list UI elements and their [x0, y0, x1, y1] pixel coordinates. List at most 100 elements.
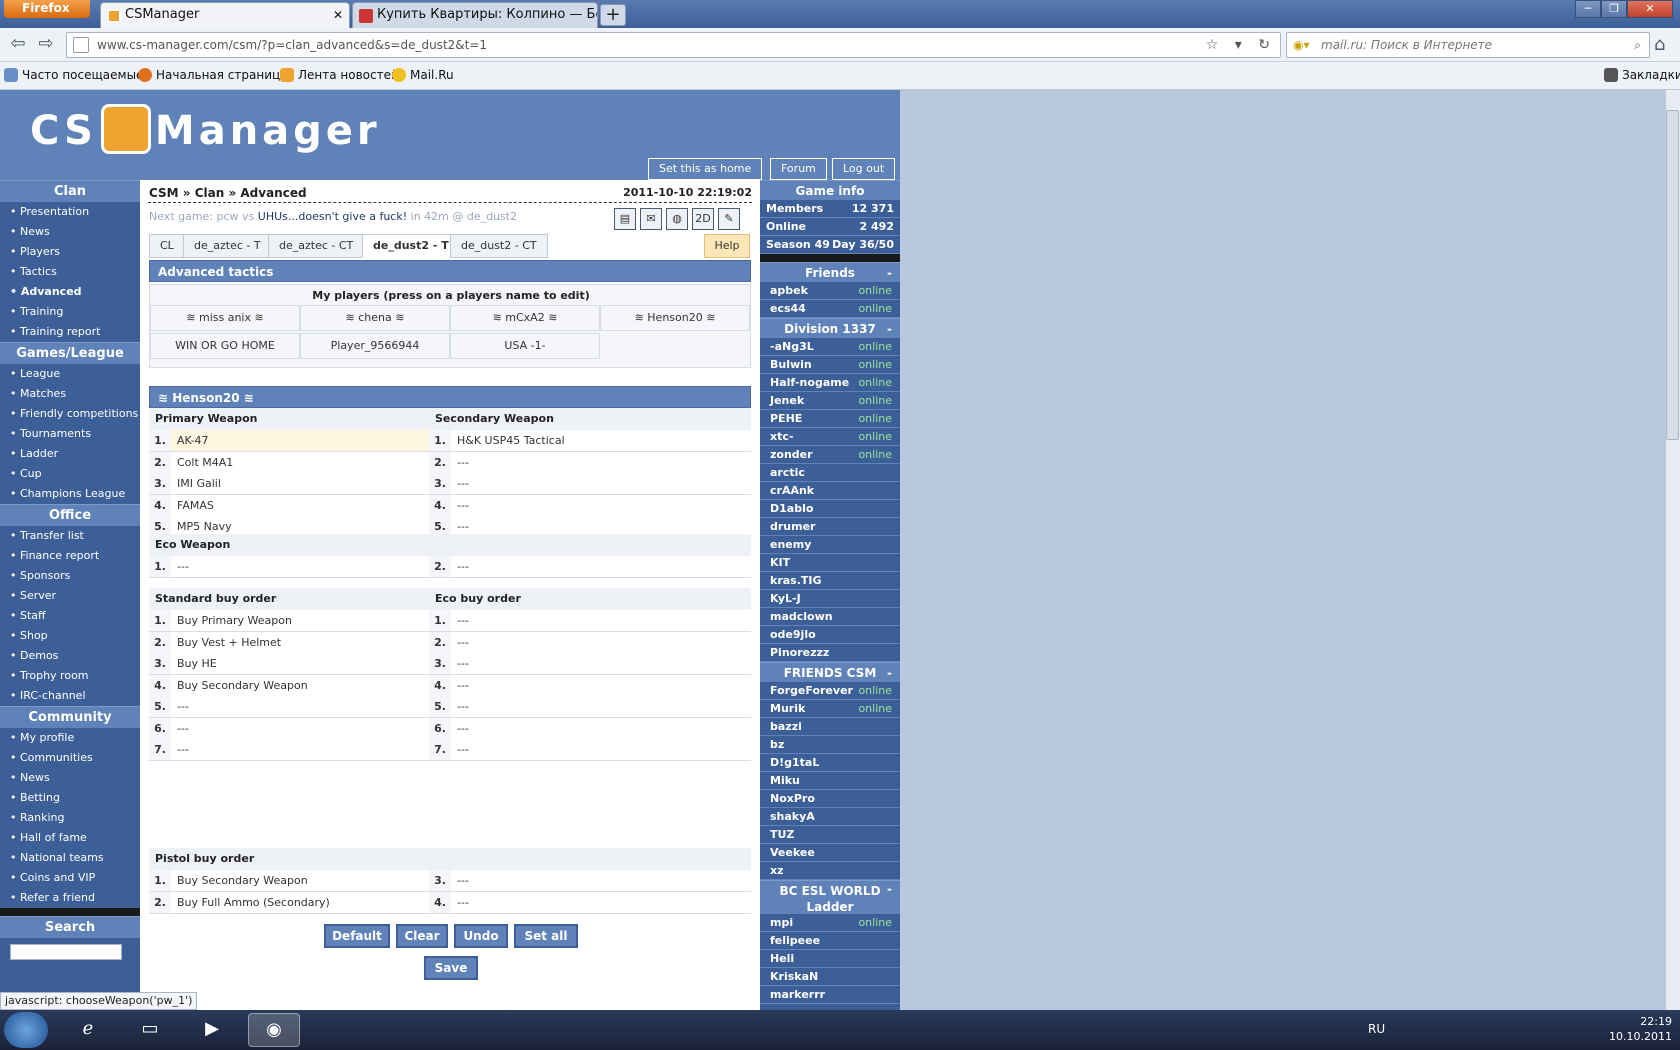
search-engine-icon[interactable]: ◉▾ [1293, 33, 1310, 57]
collapse-icon[interactable]: - [887, 881, 892, 897]
nav-item-games[interactable]: • Champions League [0, 484, 140, 504]
weapon-row[interactable]: 1. Buy Primary Weapon [149, 610, 429, 632]
weapon-row[interactable]: 3. --- [429, 653, 751, 675]
language-indicator[interactable]: RU [1368, 1022, 1385, 1036]
weapon-row[interactable]: 2. --- [429, 556, 751, 578]
member-row[interactable]: Bulwin online [760, 356, 900, 374]
member-row[interactable]: enemy [760, 536, 900, 554]
nav-item-games[interactable]: • Ladder [0, 444, 140, 464]
set-all-button[interactable]: Set all [514, 924, 578, 948]
collapse-icon[interactable]: - [887, 263, 892, 283]
weapon-row[interactable]: 1. --- [149, 556, 429, 578]
folder-icon[interactable]: ▭ [124, 1013, 176, 1047]
member-row[interactable]: zonder online [760, 446, 900, 464]
pill-icon[interactable]: ◍ [666, 208, 688, 230]
tab-aztec-ct[interactable]: de_aztec - CT [268, 234, 365, 258]
site-identity-icon[interactable] [73, 37, 89, 53]
member-row[interactable]: ode9jlo [760, 626, 900, 644]
logout-button[interactable]: Log out [832, 158, 896, 180]
member-row[interactable]: D1ablo [760, 500, 900, 518]
member-row[interactable]: crAAnk [760, 482, 900, 500]
scrollbar-thumb[interactable] [1666, 110, 1679, 440]
nav-item-office[interactable]: • Sponsors [0, 566, 140, 586]
nav-item-office[interactable]: • Shop [0, 626, 140, 646]
forum-button[interactable]: Forum [770, 158, 827, 180]
weapon-row[interactable]: 1. H&K USP45 Tactical [429, 430, 751, 452]
nav-item-office[interactable]: • Server [0, 586, 140, 606]
weapon-row[interactable]: 2. Buy Vest + Helmet [149, 631, 429, 654]
weapon-row[interactable]: 4. --- [429, 674, 751, 697]
nav-item-office[interactable]: • IRC-channel [0, 686, 140, 706]
tab-cl[interactable]: CL [149, 234, 185, 258]
nav-item-games[interactable]: • Tournaments [0, 424, 140, 444]
nav-item-office[interactable]: • Trophy room [0, 666, 140, 686]
nav-item-office[interactable]: • Staff [0, 606, 140, 626]
member-row[interactable]: bazzi [760, 718, 900, 736]
tab-kolpino[interactable]: Купить Квартиры: Колпино — Бесп... [352, 2, 598, 28]
back-icon[interactable]: ⇦ [6, 34, 30, 56]
weapon-row[interactable]: 3. --- [429, 473, 751, 495]
player-link[interactable]: ≋ mCxA2 ≋ [450, 305, 600, 331]
nav-item-clan[interactable]: • Presentation [0, 202, 140, 222]
default-button[interactable]: Default [324, 924, 390, 948]
member-row[interactable]: KriskaN [760, 968, 900, 986]
group-header-friends[interactable]: Friends - [760, 262, 900, 282]
nav-item-community[interactable]: • Betting [0, 788, 140, 808]
tab-csmanager[interactable]: CSManager ✕ [100, 2, 350, 28]
member-row[interactable]: NoxPro [760, 790, 900, 808]
next-game-opponent-link[interactable]: UHUs...doesn't give a fuck! [258, 210, 407, 223]
nav-item-clan[interactable]: • Advanced [0, 282, 140, 302]
player-link[interactable]: ≋ Henson20 ≋ [600, 305, 750, 331]
weapon-row[interactable]: 2. Buy Full Ammo (Secondary) [149, 891, 429, 914]
collapse-icon[interactable]: - [887, 663, 892, 683]
member-row[interactable]: apbek online [760, 282, 900, 300]
nav-item-office[interactable]: • Demos [0, 646, 140, 666]
member-row[interactable]: Heli [760, 950, 900, 968]
player-link[interactable]: USA -1- [450, 333, 600, 359]
site-search-input[interactable] [10, 944, 122, 960]
nav-item-community[interactable]: • Communities [0, 748, 140, 768]
player-link[interactable]: Player_9566944 [300, 333, 450, 359]
nav-item-office[interactable]: • Transfer list [0, 526, 140, 546]
weapon-row[interactable]: 4. --- [429, 494, 751, 517]
url-bar[interactable]: www.cs-manager.com/csm/?p=clan_advanced&… [66, 32, 1281, 58]
weapon-row[interactable]: 4. Buy Secondary Weapon [149, 674, 429, 697]
start-button[interactable] [4, 1012, 48, 1048]
nav-item-games[interactable]: • Friendly competitions [0, 404, 140, 424]
nav-item-community[interactable]: • Coins and VIP [0, 868, 140, 888]
set-home-button[interactable]: Set this as home [648, 158, 763, 180]
bookmark-start-page[interactable]: Начальная страница [138, 62, 288, 88]
nav-item-community[interactable]: • Ranking [0, 808, 140, 828]
nav-item-clan[interactable]: • Tactics [0, 262, 140, 282]
member-row[interactable]: Veekee [760, 844, 900, 862]
member-row[interactable]: xtc-online [760, 428, 900, 446]
nav-item-community[interactable]: • Hall of fame [0, 828, 140, 848]
group-header-friends_csm[interactable]: FRIENDS CSM - [760, 662, 900, 682]
url-tools-icons[interactable]: ☆ ▾ ↻ [1206, 33, 1276, 57]
member-row[interactable]: Miku [760, 772, 900, 790]
weapon-row[interactable]: 1. --- [429, 610, 751, 632]
member-row[interactable]: Pinorezzz [760, 644, 900, 662]
clear-button[interactable]: Clear [396, 924, 448, 948]
csm-logo[interactable]: CS Manager [30, 104, 381, 158]
book-icon[interactable]: ▤ [614, 208, 636, 230]
nav-item-games[interactable]: • Cup [0, 464, 140, 484]
tab-dust2-t[interactable]: de_dust2 - T [362, 234, 460, 258]
member-row[interactable]: Jenek online [760, 392, 900, 410]
nav-item-community[interactable]: • Refer a friend [0, 888, 140, 908]
bookmark-most-visited[interactable]: Часто посещаемые [4, 62, 143, 88]
player-link[interactable]: ≋ chena ≋ [300, 305, 450, 331]
weapon-row[interactable]: 2. --- [429, 631, 751, 654]
nav-item-clan[interactable]: • News [0, 222, 140, 242]
maximize-icon[interactable]: ❐ [1601, 0, 1627, 18]
weapon-row[interactable]: 1. Buy Secondary Weapon [149, 870, 429, 892]
member-row[interactable]: ecs44 online [760, 300, 900, 318]
nav-item-clan[interactable]: • Training report [0, 322, 140, 342]
member-row[interactable]: drumer [760, 518, 900, 536]
weapon-row[interactable]: 3. --- [429, 870, 751, 892]
member-row[interactable]: mpi online [760, 914, 900, 932]
undo-button[interactable]: Undo [454, 924, 508, 948]
nav-item-community[interactable]: • News [0, 768, 140, 788]
bookmark-news-feed[interactable]: Лента новостей [280, 62, 399, 88]
nav-item-games[interactable]: • Matches [0, 384, 140, 404]
